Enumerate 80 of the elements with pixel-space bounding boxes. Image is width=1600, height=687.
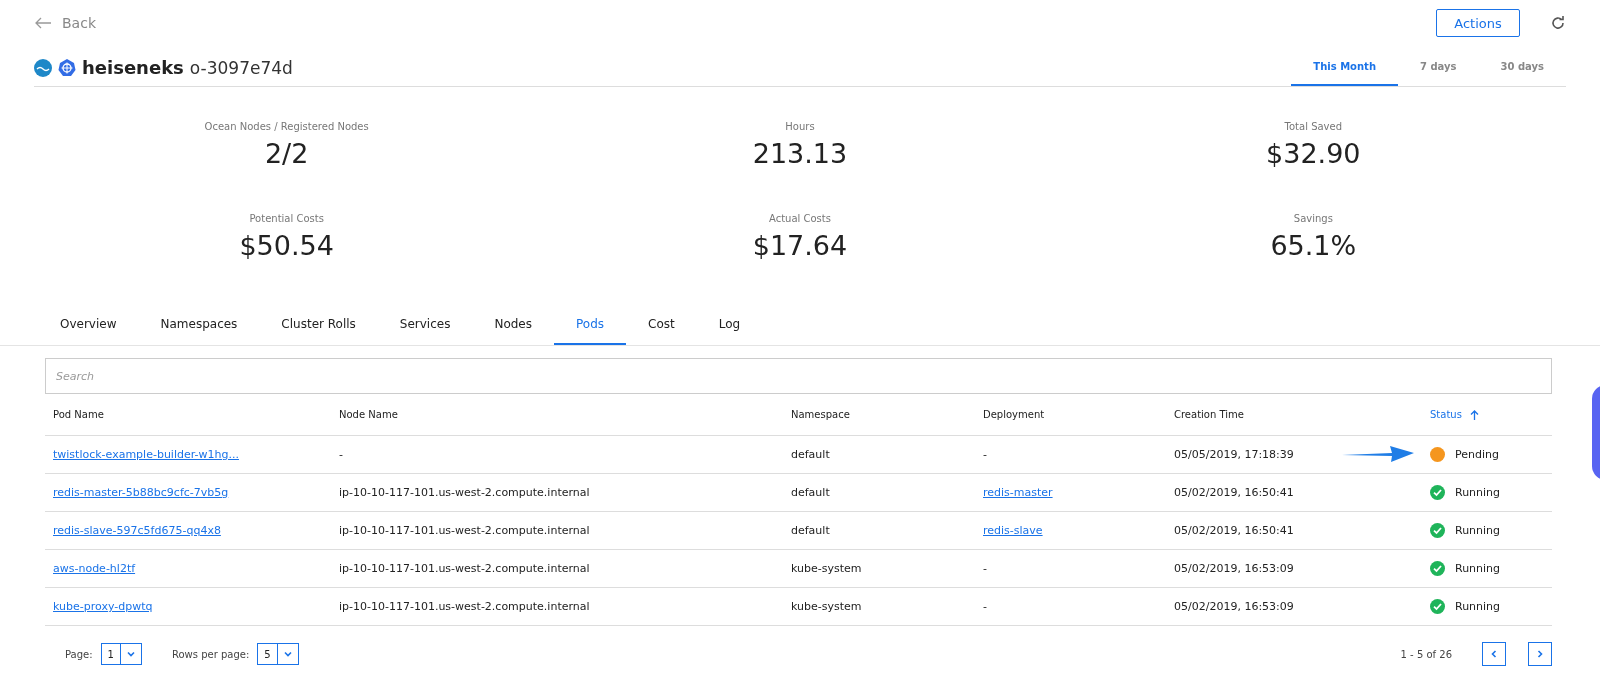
stat-label: Hours <box>785 121 815 132</box>
back-link[interactable]: Back <box>34 15 96 31</box>
table-cell-text: ip-10-10-117-101.us-west-2.compute.internal <box>339 486 591 499</box>
table-cell-text: ip-10-10-117-101.us-west-2.compute.internal <box>339 562 591 575</box>
table-cell-text: ip-10-10-117-101.us-west-2.compute.internal <box>339 524 591 537</box>
cluster-name: heiseneks <box>82 57 184 78</box>
previous-page-button[interactable] <box>1482 642 1506 666</box>
status-text: Running <box>1455 562 1501 575</box>
status-text: Running <box>1455 486 1501 499</box>
table-cell-text: 05/02/2019, 16:53:09 <box>1174 600 1295 613</box>
table-cell-text: - <box>983 562 988 575</box>
stat-label: Ocean Nodes / Registered Nodes <box>204 121 369 132</box>
column-header[interactable]: Node Name <box>339 409 791 420</box>
actions-button[interactable]: Actions <box>1436 9 1520 37</box>
stat-value: $50.54 <box>239 230 334 261</box>
pod-link[interactable]: kube-proxy-dpwtq <box>53 600 153 613</box>
stat-value: $17.64 <box>752 230 848 261</box>
page-range: 1 - 5 of 26 <box>1400 648 1452 660</box>
tab[interactable]: Cluster Rolls <box>259 311 378 345</box>
status-text: Running <box>1455 524 1501 537</box>
deployment-link[interactable]: redis-master <box>983 486 1053 499</box>
tab[interactable]: Overview <box>38 311 139 345</box>
refresh-icon[interactable] <box>1550 15 1566 31</box>
sort-up-icon <box>1469 409 1479 420</box>
column-header[interactable]: Status <box>1430 409 1552 420</box>
stat-value: 213.13 <box>752 138 848 169</box>
chevron-down-icon <box>125 649 136 659</box>
chevron-left-icon <box>1489 649 1499 659</box>
column-header[interactable]: Deployment <box>983 409 1174 420</box>
stat-value: 65.1% <box>1270 230 1357 261</box>
column-header[interactable]: Namespace <box>791 409 983 420</box>
table-cell-text: 05/02/2019, 16:50:41 <box>1174 486 1295 499</box>
table-cell-text: - <box>983 448 988 461</box>
arrow-left-icon <box>34 17 52 29</box>
helm-wheel-icon <box>58 58 76 77</box>
status-text: Running <box>1455 600 1501 613</box>
table-cell-text: kube-system <box>791 562 863 575</box>
stat-label: Total Saved <box>1284 121 1343 132</box>
stat-label: Savings <box>1293 213 1333 224</box>
wave-logo-icon <box>34 58 52 77</box>
cluster-id: o-3097e74d <box>189 57 293 78</box>
pod-link[interactable]: aws-node-hl2tf <box>53 562 136 575</box>
stat-value: $32.90 <box>1266 138 1361 169</box>
next-page-button[interactable] <box>1528 642 1552 666</box>
page-select[interactable]: 1 <box>100 643 142 665</box>
status-text: Pending <box>1455 448 1499 461</box>
tab[interactable]: Cost <box>626 311 697 345</box>
column-header[interactable]: Pod Name <box>53 409 339 420</box>
table-cell-text: 05/05/2019, 17:18:39 <box>1174 448 1295 461</box>
period-tab[interactable]: This Month <box>1291 61 1398 86</box>
chevron-right-icon <box>1535 649 1545 659</box>
table-cell-text: kube-system <box>791 600 863 613</box>
table-cell-text: 05/02/2019, 16:50:41 <box>1174 524 1295 537</box>
period-tab[interactable]: 7 days <box>1398 61 1479 86</box>
tab[interactable]: Pods <box>554 311 627 345</box>
search-field[interactable]: Search <box>45 358 1552 394</box>
pod-link[interactable]: twistlock-example-builder-w1hg... <box>53 448 239 461</box>
pod-link[interactable]: redis-master-5b88bc9cfc-7vb5g <box>53 486 229 499</box>
stat-label: Actual Costs <box>769 213 831 224</box>
table-cell-text: ip-10-10-117-101.us-west-2.compute.internal <box>339 600 591 613</box>
tab[interactable]: Services <box>377 311 473 345</box>
tab[interactable]: Nodes <box>472 311 554 345</box>
period-tab[interactable]: 30 days <box>1478 61 1566 86</box>
tab[interactable]: Namespaces <box>138 311 260 345</box>
stat-label: Potential Costs <box>249 213 324 224</box>
tab[interactable]: Log <box>696 311 763 345</box>
table-cell-text: default <box>791 486 831 499</box>
rows-per-page-select[interactable]: 5 <box>257 643 299 665</box>
table-cell-text: - <box>339 448 344 461</box>
stat-value: 2/2 <box>264 138 309 169</box>
table-cell-text: - <box>983 600 988 613</box>
chevron-down-icon <box>282 649 293 659</box>
rows-per-page-label: Rows per page: <box>171 648 250 660</box>
page-label: Page: <box>65 648 93 660</box>
pod-link[interactable]: redis-slave-597c5fd675-qq4x8 <box>53 524 221 537</box>
table-cell-text: default <box>791 448 831 461</box>
deployment-link[interactable]: redis-slave <box>983 524 1043 537</box>
table-cell-text: 05/02/2019, 16:53:09 <box>1174 562 1295 575</box>
column-header[interactable]: Creation Time <box>1174 409 1430 420</box>
table-cell-text: default <box>791 524 831 537</box>
